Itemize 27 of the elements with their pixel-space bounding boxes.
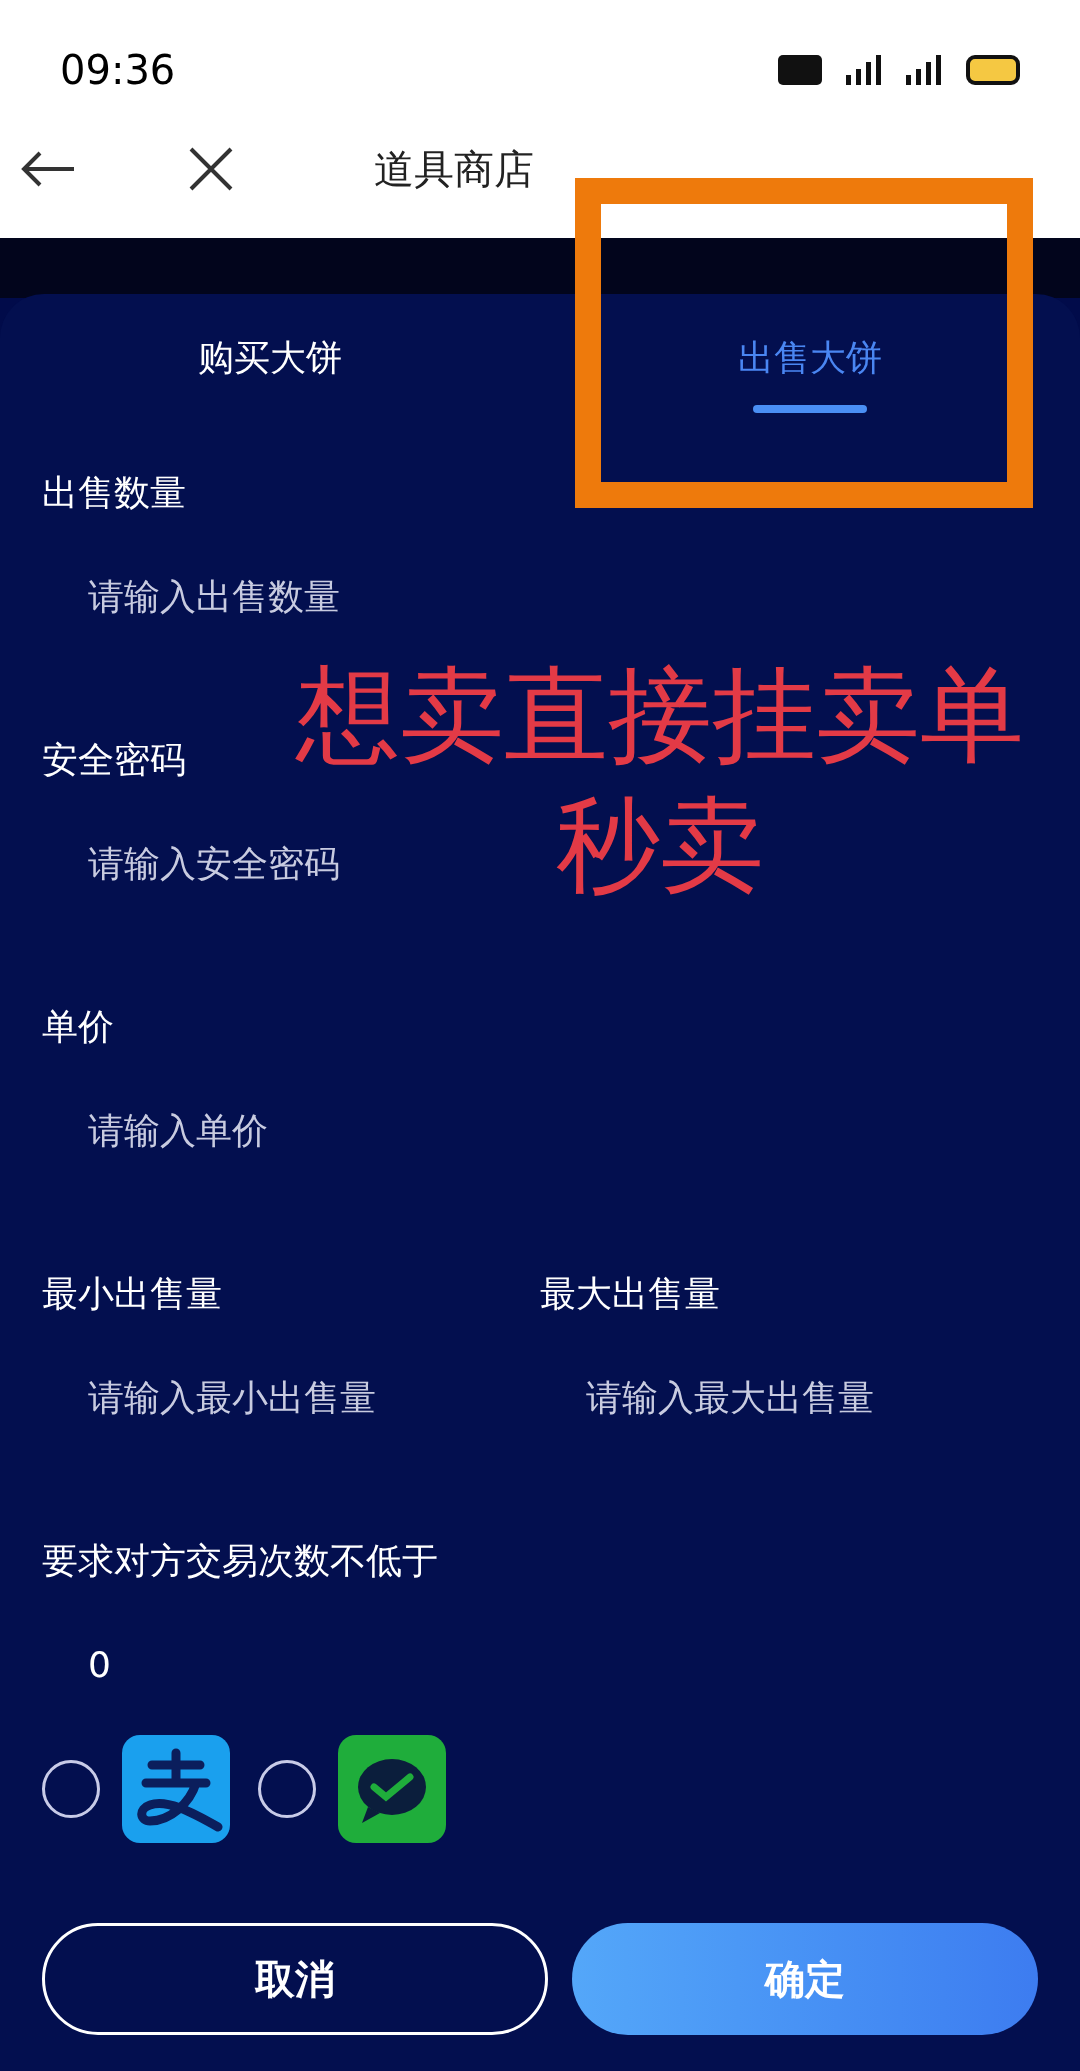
status-time: 09:36 — [60, 46, 176, 95]
wechat-pay-logo-icon — [338, 1735, 446, 1843]
input-field[interactable]: 0 — [42, 1624, 482, 1704]
field-label: 最小出售量 — [42, 1272, 223, 1316]
field-label: 要求对方交易次数不低于 — [42, 1539, 439, 1583]
input-field[interactable]: 请输入单价 — [42, 1090, 482, 1170]
field-label: 安全密码 — [42, 738, 187, 782]
annotation-text: 秒卖 — [556, 783, 764, 908]
radio-button[interactable] — [258, 1760, 316, 1818]
annotation-text: 想卖直接挂卖单 — [296, 653, 1024, 778]
field-label: 最大出售量 — [540, 1272, 721, 1316]
close-icon[interactable] — [188, 146, 234, 192]
cancel-button[interactable]: 取消 — [42, 1923, 548, 2035]
input-field[interactable]: 请输入最大出售量 — [540, 1357, 980, 1437]
tab[interactable]: 出售大饼 — [540, 294, 1080, 434]
signal-icon — [906, 55, 942, 85]
field-label: 单价 — [42, 1005, 115, 1049]
input-field[interactable]: 请输入最小出售量 — [42, 1357, 482, 1437]
input-field[interactable]: 请输入出售数量 — [42, 556, 482, 636]
field-label: 出售数量 — [42, 471, 187, 515]
battery-icon — [966, 55, 1020, 85]
input-field[interactable]: 请输入安全密码 — [42, 823, 482, 903]
signal-icon — [846, 55, 882, 85]
radio-button[interactable] — [42, 1760, 100, 1818]
page-title: 道具商店 — [374, 145, 534, 194]
tab[interactable]: 购买大饼 — [0, 294, 540, 434]
alipay-logo-icon — [122, 1735, 230, 1843]
